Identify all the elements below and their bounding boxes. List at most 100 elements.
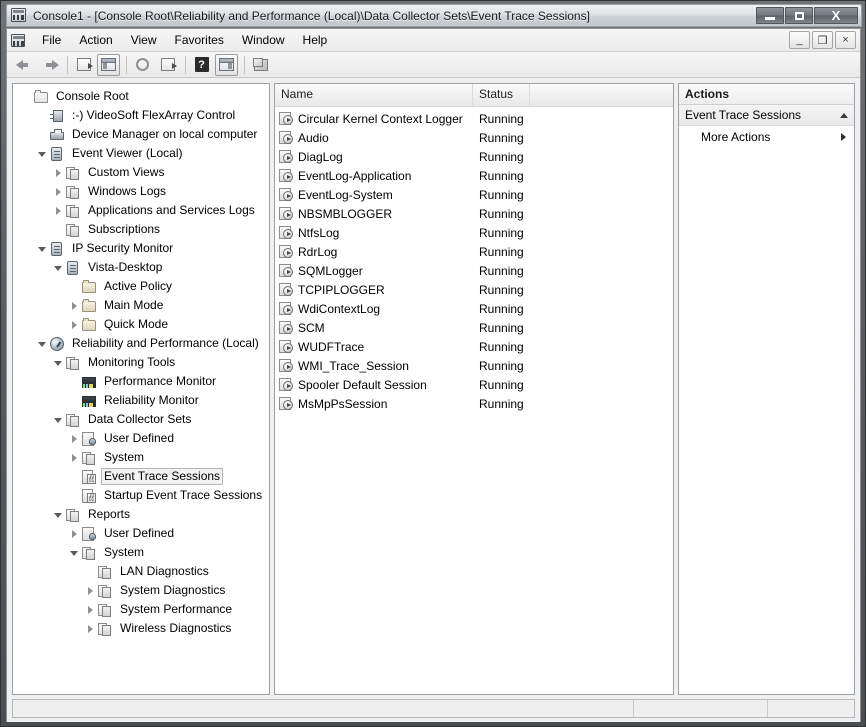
tree-item-performance-monitor[interactable]: Performance Monitor [13,372,269,391]
table-row[interactable]: Circular Kernel Context Logger Running [275,109,673,128]
title-bar: Console1 - [Console Root\Reliability and… [6,4,862,27]
up-one-level-button[interactable] [72,54,95,76]
action-pane-icon [219,58,234,71]
actions-group-event-trace-sessions[interactable]: Event Trace Sessions [679,105,854,126]
trace-session-icon [279,339,295,355]
tree-item-quick-mode[interactable]: Quick Mode [13,315,269,334]
tree-item-videosoft-flexarray-control[interactable]: :-) VideoSoft FlexArray Control [13,106,269,125]
table-row[interactable]: NBSMBLOGGER Running [275,204,673,223]
collapse-triangle-icon[interactable] [51,410,65,429]
expand-triangle-icon[interactable] [67,315,81,334]
table-row[interactable]: Spooler Default Session Running [275,375,673,394]
tree-item-subscriptions[interactable]: Subscriptions [13,220,269,239]
forward-button[interactable] [38,54,61,76]
menu-item-window[interactable]: Window [233,30,294,50]
expand-triangle-icon[interactable] [83,600,97,619]
help-button[interactable]: ? [190,54,213,76]
mdi-minimize-button[interactable]: _ [789,31,810,49]
collapse-triangle-icon[interactable] [35,144,49,163]
table-row[interactable]: RdrLog Running [275,242,673,261]
tree-item-user-defined[interactable]: User Defined [13,429,269,448]
column-header-status[interactable]: Status [473,84,530,106]
tree-item-custom-views[interactable]: Custom Views [13,163,269,182]
expand-triangle-icon[interactable] [51,182,65,201]
tree-item-windows-logs[interactable]: Windows Logs [13,182,269,201]
refresh-button[interactable] [131,54,154,76]
tree-item-reports[interactable]: Reports [13,505,269,524]
table-row[interactable]: SQMLogger Running [275,261,673,280]
tree-item-console-root[interactable]: Console Root [13,87,269,106]
table-row[interactable]: DiagLog Running [275,147,673,166]
menu-item-help[interactable]: Help [294,30,337,50]
tree-item-system[interactable]: System [13,543,269,562]
export-list-button[interactable] [156,54,179,76]
expand-triangle-icon[interactable] [67,524,81,543]
table-row[interactable]: WUDFTrace Running [275,337,673,356]
tree-item-event-viewer-local[interactable]: Event Viewer (Local) [13,144,269,163]
table-row[interactable]: WMI_Trace_Session Running [275,356,673,375]
table-row[interactable]: WdiContextLog Running [275,299,673,318]
table-row[interactable]: SCM Running [275,318,673,337]
maximize-button[interactable] [785,7,813,24]
table-row[interactable]: EventLog-Application Running [275,166,673,185]
cell-name: NtfsLog [275,225,473,241]
table-row[interactable]: EventLog-System Running [275,185,673,204]
table-row[interactable]: MsMpPsSession Running [275,394,673,413]
menu-item-favorites[interactable]: Favorites [166,30,233,50]
back-button[interactable] [13,54,36,76]
table-row[interactable]: TCPIPLOGGER Running [275,280,673,299]
tree-item-ip-security-monitor[interactable]: IP Security Monitor [13,239,269,258]
tree-item-monitoring-tools[interactable]: Monitoring Tools [13,353,269,372]
list-view-pane[interactable]: Name Status Circular Kernel Context Logg… [274,83,674,695]
minimize-button[interactable] [756,7,784,24]
tree-item-data-collector-sets[interactable]: Data Collector Sets [13,410,269,429]
tree-item-system[interactable]: System [13,448,269,467]
tree-item-system-diagnostics[interactable]: System Diagnostics [13,581,269,600]
new-window-button[interactable] [249,54,272,76]
tree-item-wireless-diagnostics[interactable]: Wireless Diagnostics [13,619,269,638]
action-item-more-actions[interactable]: More Actions [679,126,854,147]
expand-triangle-icon[interactable] [67,429,81,448]
close-button[interactable]: X [814,7,858,24]
show-hide-action-pane-button[interactable] [215,53,238,76]
collapse-triangle-icon[interactable] [51,258,65,277]
menu-item-view[interactable]: View [122,30,166,50]
mdi-close-button[interactable]: × [835,31,856,49]
expand-triangle-icon[interactable] [67,448,81,467]
collapse-triangle-icon[interactable] [35,334,49,353]
tree-item-reliability-and-performance-local[interactable]: Reliability and Performance (Local) [13,334,269,353]
expand-triangle-icon[interactable] [83,581,97,600]
tree-item-reliability-monitor[interactable]: Reliability Monitor [13,391,269,410]
menu-item-file[interactable]: File [33,30,70,50]
collapse-triangle-icon[interactable] [51,505,65,524]
column-header-filler[interactable] [530,84,673,106]
table-row[interactable]: NtfsLog Running [275,223,673,242]
cell-status: Running [479,358,524,373]
table-row[interactable]: Audio Running [275,128,673,147]
expand-triangle-icon[interactable] [51,201,65,220]
tree-item-main-mode[interactable]: Main Mode [13,296,269,315]
tree-item-active-policy[interactable]: Active Policy [13,277,269,296]
show-hide-console-tree-button[interactable] [97,53,120,76]
cell-status: Running [479,244,524,259]
tree-item-device-manager-on-local-computer[interactable]: Device Manager on local computer [13,125,269,144]
expand-triangle-icon[interactable] [67,296,81,315]
console-tree-pane[interactable]: Console Root:-) VideoSoft FlexArray Cont… [12,83,270,695]
tree-item-vista-desktop[interactable]: Vista-Desktop [13,258,269,277]
expand-triangle-icon[interactable] [51,163,65,182]
tree-item-event-trace-sessions[interactable]: 10 01 Event Trace Sessions [13,467,269,486]
collapse-triangle-icon[interactable] [67,543,81,562]
tree-item-user-defined[interactable]: User Defined [13,524,269,543]
tree-item-system-performance[interactable]: System Performance [13,600,269,619]
menu-item-action[interactable]: Action [70,30,121,50]
tree-item-label: Custom Views [88,165,165,179]
column-header-name[interactable]: Name [275,84,473,106]
tree-item-applications-and-services-logs[interactable]: Applications and Services Logs [13,201,269,220]
cell-status: Running [479,320,524,335]
collapse-triangle-icon[interactable] [35,239,49,258]
tree-item-startup-event-trace-sessions[interactable]: 10 01 Startup Event Trace Sessions [13,486,269,505]
mdi-restore-button[interactable]: ❐ [812,31,833,49]
collapse-triangle-icon[interactable] [51,353,65,372]
expand-triangle-icon[interactable] [83,619,97,638]
tree-item-lan-diagnostics[interactable]: LAN Diagnostics [13,562,269,581]
